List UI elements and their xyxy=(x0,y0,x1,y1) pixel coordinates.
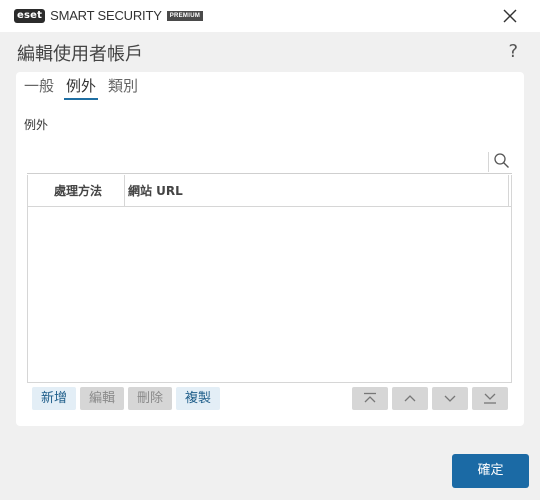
close-button[interactable] xyxy=(500,6,520,26)
delete-button[interactable]: 刪除 xyxy=(128,387,172,410)
edition-badge: PREMIUM xyxy=(166,11,204,21)
search-icon xyxy=(494,153,509,168)
chevron-up-icon xyxy=(404,395,416,402)
tab-general[interactable]: 一般 xyxy=(24,76,54,100)
column-header-url[interactable]: 網站 URL xyxy=(125,175,509,206)
exception-list: 處理方法 網站 URL 新增 編輯 刪除 複製 xyxy=(26,150,512,418)
exceptions-table: 處理方法 網站 URL xyxy=(27,175,512,383)
tab-bar: 一般 例外 類別 xyxy=(24,76,148,100)
move-top-icon xyxy=(364,392,376,403)
title-bar: eset SMART SECURITY PREMIUM xyxy=(0,0,540,32)
edit-button[interactable]: 編輯 xyxy=(80,387,124,410)
help-button[interactable]: ? xyxy=(508,41,518,62)
chevron-down-icon xyxy=(444,395,456,402)
dialog-title: 編輯使用者帳戶 xyxy=(17,44,143,65)
move-up-button[interactable] xyxy=(392,387,428,410)
eset-logo: eset xyxy=(14,9,46,23)
list-action-bar: 新增 編輯 刪除 複製 xyxy=(32,387,508,411)
column-header-action[interactable]: 處理方法 xyxy=(28,175,125,206)
app-logo: eset SMART SECURITY PREMIUM xyxy=(14,8,204,23)
add-button[interactable]: 新增 xyxy=(32,387,76,410)
copy-button[interactable]: 複製 xyxy=(176,387,220,410)
search-input[interactable] xyxy=(27,150,512,174)
move-bottom-button[interactable] xyxy=(472,387,508,410)
settings-panel: 一般 例外 類別 例外 處理方法 網站 URL 新增 編輯 刪除 複製 xyxy=(16,72,524,426)
move-bottom-icon xyxy=(484,393,496,404)
ok-button[interactable]: 確定 xyxy=(452,454,529,488)
tab-exceptions[interactable]: 例外 xyxy=(64,76,99,100)
close-icon xyxy=(503,9,517,23)
section-label: 例外 xyxy=(24,118,49,132)
product-name: SMART SECURITY xyxy=(50,8,162,23)
move-down-button[interactable] xyxy=(432,387,468,410)
move-top-button[interactable] xyxy=(352,387,388,410)
search-button[interactable] xyxy=(488,152,509,172)
table-header: 處理方法 網站 URL xyxy=(28,175,511,207)
tab-categories[interactable]: 類別 xyxy=(108,76,138,100)
